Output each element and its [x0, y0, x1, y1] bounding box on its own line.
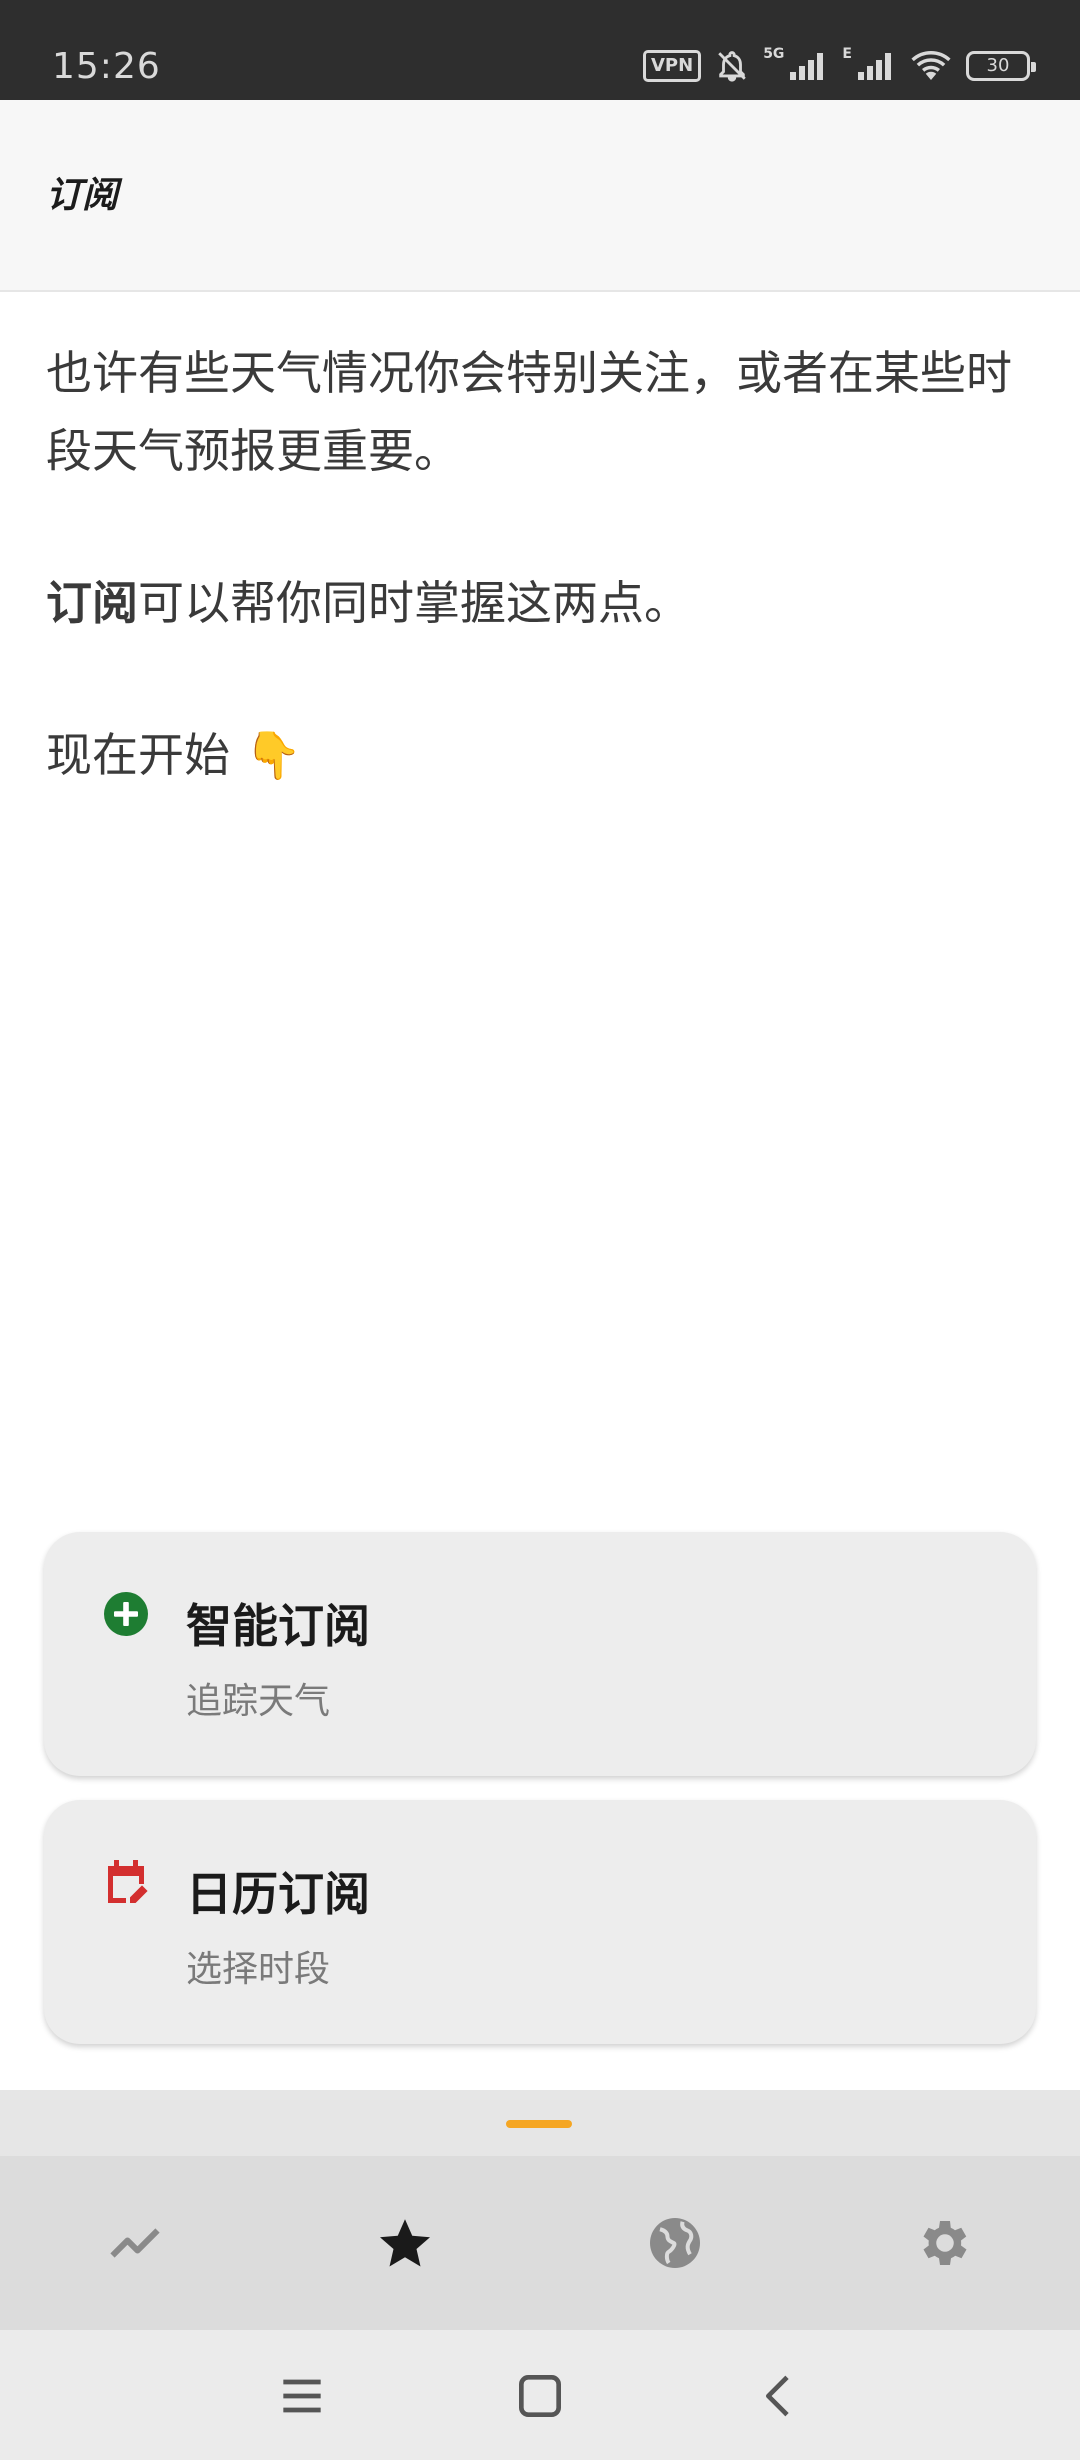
wifi-icon [911, 50, 951, 80]
battery-icon: 30 [966, 51, 1036, 81]
calendar-subscription-card[interactable]: 日历订阅 选择时段 [44, 1800, 1036, 2044]
card-subtitle: 追踪天气 [186, 1681, 331, 1722]
calendar-edit-icon [108, 1860, 148, 1903]
gear-icon [923, 2221, 967, 2265]
intro-line-3: 现在开始 👇 [46, 728, 302, 782]
nav-item-globe[interactable] [540, 2156, 810, 2330]
trend-icon [110, 2228, 160, 2258]
screen: 15:26 VPN 5G E 30 订阅 也许有些天气情况你会特别关注，或者在某… [0, 0, 1080, 2460]
intro-line-1: 也许有些天气情况你会特别关注，或者在某些时段天气预报更重要。 [46, 346, 1012, 478]
network-5g-label: 5G [763, 46, 785, 62]
network-e-label: E [842, 46, 852, 62]
signal-icon [858, 53, 891, 80]
menu-icon[interactable] [274, 2368, 330, 2424]
add-circle-icon [104, 1592, 148, 1636]
intro-line-2-rest: 可以帮你同时掌握这两点。 [138, 576, 690, 630]
star-icon [380, 2219, 430, 2267]
bell-off-icon [718, 51, 746, 82]
system-nav-bar [0, 2330, 1080, 2460]
nav-item-settings[interactable] [810, 2156, 1080, 2330]
status-icons: VPN 5G E 30 [643, 44, 1036, 88]
back-icon[interactable] [752, 2368, 808, 2424]
intro-text: 也许有些天气情况你会特别关注，或者在某些时段天气预报更重要。 订阅可以帮你同时掌… [46, 334, 1036, 868]
home-icon[interactable] [512, 2368, 568, 2424]
intro-line-2: 订阅可以帮你同时掌握这两点。 [46, 564, 1036, 642]
drag-handle[interactable] [506, 2120, 572, 2128]
card-title: 智能订阅 [186, 1599, 370, 1653]
status-time: 15:26 [52, 46, 161, 87]
intro-keyword: 订阅 [46, 576, 138, 630]
smart-subscription-card[interactable]: 智能订阅 追踪天气 [44, 1532, 1036, 1776]
bottom-sheet-strip [0, 2090, 1080, 2156]
page-title: 订阅 [46, 175, 119, 216]
card-title: 日历订阅 [186, 1867, 370, 1921]
card-subtitle: 选择时段 [186, 1949, 331, 1990]
globe-icon [650, 2218, 700, 2268]
status-bar: 15:26 VPN 5G E 30 [0, 0, 1080, 100]
nav-item-subscriptions[interactable] [270, 2156, 540, 2330]
vpn-icon: VPN [643, 50, 702, 82]
signal-icon [790, 53, 824, 80]
bottom-nav [0, 2156, 1080, 2330]
nav-item-trend[interactable] [0, 2156, 270, 2330]
app-bar: 订阅 [0, 100, 1080, 292]
